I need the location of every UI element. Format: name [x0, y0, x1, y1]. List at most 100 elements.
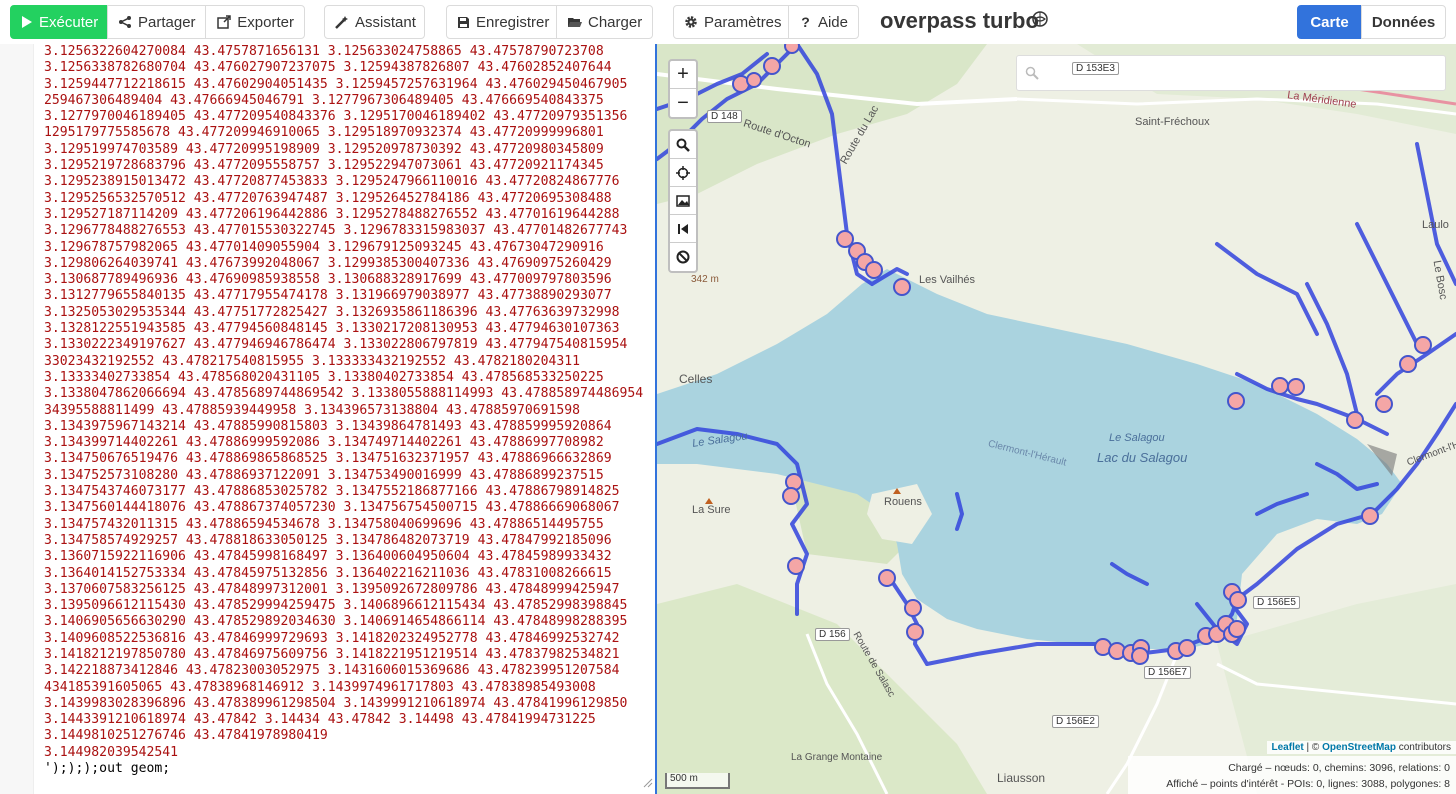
stats-loaded: Chargé – nœuds: 0, chemins: 3096, relati… [1228, 762, 1450, 774]
tab-data-label: Données [1371, 13, 1436, 31]
gear-icon [684, 14, 698, 30]
code-line: 3.1409608522536816 43.47846999729693 3.1… [44, 630, 620, 646]
play-icon [21, 14, 33, 30]
code-line: ');););out geom; [44, 761, 171, 777]
attribution-sep: | © [1303, 742, 1323, 753]
code-line: 3.129806264039741 43.47673992048067 3.12… [44, 255, 612, 271]
share-icon [118, 14, 132, 30]
map-attribution: Leaflet | © OpenStreetMap contributors [1266, 741, 1456, 754]
crosshair-icon [676, 165, 690, 180]
road-label-d156e5: D 156E5 [1253, 596, 1300, 609]
save-label: Enregistrer [476, 13, 550, 31]
code-line: 1295179775585678 43.477209946910065 3.12… [44, 125, 604, 141]
code-line: 33023432192552 43.478217540815955 3.1333… [44, 353, 581, 369]
save-button[interactable]: Enregistrer [446, 5, 557, 39]
code-line: 3.1347543746073177 43.47886853025782 3.1… [44, 484, 620, 500]
overpass-logo-icon [1032, 11, 1048, 27]
code-line: 3.1330222349197627 43.477946946786474 3.… [44, 337, 628, 353]
code-line: 3.1277970046189405 43.477209540843376 3.… [44, 109, 628, 125]
label-lac-du-salagou: Lac du Salagou [1097, 450, 1188, 465]
code-line: 3.1343975967143214 43.47885990815803 3.1… [44, 418, 612, 434]
tab-map-label: Carte [1310, 13, 1349, 31]
skip-back-icon [678, 223, 688, 234]
code-line: 3.1364014152753334 43.47845975132856 3.1… [44, 565, 612, 581]
code-line: 3.134758574929257 43.478818633050125 3.1… [44, 532, 612, 548]
code-line: 3.134750676519476 43.478869865868525 3.1… [44, 451, 612, 467]
code-line: 3.130687789496936 43.47690985938558 3.13… [44, 272, 612, 288]
resize-grip-icon[interactable] [643, 778, 653, 788]
load-button[interactable]: Charger [556, 5, 653, 39]
zoom-in-button[interactable]: + [670, 61, 696, 89]
code-line: 3.1395096612115430 43.478529994259475 3.… [44, 598, 628, 614]
code-line: 3.134752573108280 43.47886937122091 3.13… [44, 467, 604, 483]
export-label: Exporter [237, 13, 294, 31]
share-label: Partager [138, 13, 196, 31]
road-label-d153e3: D 153E3 [1072, 62, 1119, 75]
wizard-button[interactable]: Assistant [324, 5, 425, 39]
code-line: 3.1347560144418076 43.478867374057230 3.… [44, 500, 620, 516]
search-map-button[interactable] [670, 131, 696, 159]
leaflet-link[interactable]: Leaflet [1272, 742, 1304, 753]
zoom-control: + − [668, 59, 698, 119]
clear-data-button[interactable] [670, 243, 696, 271]
label-laulo: Laulo [1422, 219, 1449, 231]
map-tools-control [668, 129, 698, 273]
code-line: 3.1338047862066694 43.4785689744869542 3… [44, 386, 644, 402]
code-line: 3.134757432011315 43.47886594534678 3.13… [44, 516, 604, 532]
search-icon [1025, 66, 1039, 80]
code-line: 3.1259447712218615 43.47602904051435 3.1… [44, 76, 628, 92]
label-saint-frechoux: Saint-Fréchoux [1135, 116, 1210, 128]
export-image-button[interactable] [670, 187, 696, 215]
question-icon: ? [801, 14, 810, 30]
app-title: overpass turbo [880, 8, 1039, 33]
zoom-out-button[interactable]: − [670, 89, 696, 117]
code-line: 3.1360715922116906 43.47845998168497 3.1… [44, 549, 612, 565]
code-line: 3.13333402733854 43.478568020431105 3.13… [44, 369, 604, 385]
code-line: 3.1256338782680704 43.476027907237075 3.… [44, 60, 612, 76]
data-stats: Chargé – nœuds: 0, chemins: 3096, relati… [1128, 756, 1456, 794]
run-label: Exécuter [39, 13, 99, 31]
label-les-vailhes: Les Vailhés [919, 274, 976, 286]
map-tiles [657, 44, 1456, 794]
label-celles: Celles [679, 372, 713, 386]
attribution-tail: contributors [1395, 742, 1451, 753]
code-line: 3.129678757982065 43.47701409055904 3.12… [44, 239, 604, 255]
code-line: 3.144982039542541 [44, 744, 179, 760]
label-le-salagou-east: Le Salagou [1109, 432, 1165, 444]
wizard-label: Assistant [355, 13, 416, 31]
road-label-d156e7: D 156E7 [1144, 666, 1191, 679]
image-icon [676, 194, 690, 207]
code-line: 34395588811499 43.47885939449958 3.13439… [44, 402, 581, 418]
code-line: 3.1256322604270084 43.4757871656131 3.12… [44, 44, 604, 59]
code-line: 3.1295256532570512 43.47720763947487 3.1… [44, 190, 612, 206]
help-button[interactable]: ? Aide [788, 5, 859, 39]
magic-wand-icon [335, 14, 349, 30]
export-icon [216, 14, 231, 30]
locate-button[interactable] [670, 159, 696, 187]
magnifier-icon [676, 138, 690, 152]
query-editor[interactable]: 3.1256322604270084 43.4757871656131 3.12… [0, 44, 655, 794]
run-button[interactable]: Exécuter [10, 5, 107, 39]
settings-button[interactable]: Paramètres [673, 5, 789, 39]
code-area[interactable]: 3.1256322604270084 43.4757871656131 3.12… [44, 44, 643, 777]
code-line: 3.1296778488276553 43.477015530322745 3.… [44, 223, 628, 239]
help-label: Aide [817, 13, 848, 31]
label-la-sure: La Sure [692, 504, 731, 516]
zoom-to-data-button[interactable] [670, 215, 696, 243]
tab-map[interactable]: Carte [1297, 5, 1362, 39]
road-label-d156e2: D 156E2 [1052, 715, 1099, 728]
osm-link[interactable]: OpenStreetMap [1322, 742, 1396, 753]
load-label: Charger [588, 13, 643, 31]
code-line: 3.1406905656630290 43.478529892034630 3.… [44, 614, 628, 630]
export-button[interactable]: Exporter [205, 5, 305, 39]
label-liausson: Liausson [997, 771, 1046, 785]
code-line: 3.1449810251276746 43.47841978980419 [44, 728, 328, 744]
code-line: 3.1418212197850780 43.47846975609756 3.1… [44, 646, 620, 662]
label-altitude: 342 m [691, 274, 719, 285]
code-line: 434185391605065 43.47838968146912 3.1439… [44, 679, 596, 695]
map-view[interactable]: + − Route du Lac Route d'Octon Saint-Fré… [657, 44, 1456, 794]
tab-data[interactable]: Données [1361, 5, 1446, 39]
road-label-d148: D 148 [707, 110, 742, 123]
folder-icon [567, 14, 582, 30]
share-button[interactable]: Partager [107, 5, 206, 39]
